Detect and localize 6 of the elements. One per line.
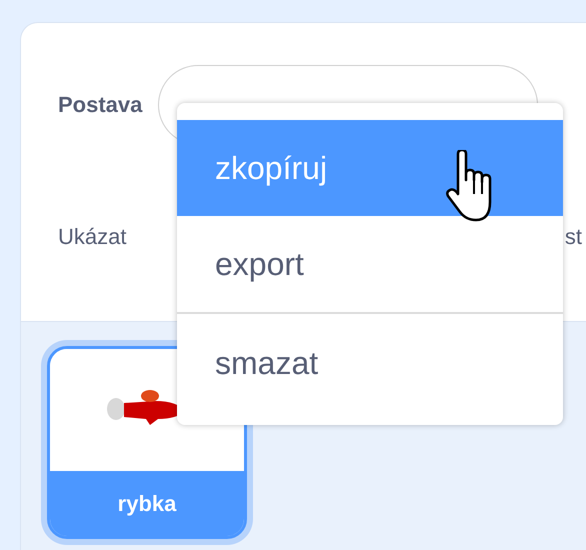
sprite-name: rybka — [50, 471, 244, 536]
sprite-label: Postava — [57, 92, 144, 118]
size-label: st — [564, 224, 582, 250]
menu-item[interactable]: export — [177, 216, 563, 312]
show-label: Ukázat — [58, 224, 126, 250]
menu-item[interactable]: smazat — [177, 312, 563, 412]
